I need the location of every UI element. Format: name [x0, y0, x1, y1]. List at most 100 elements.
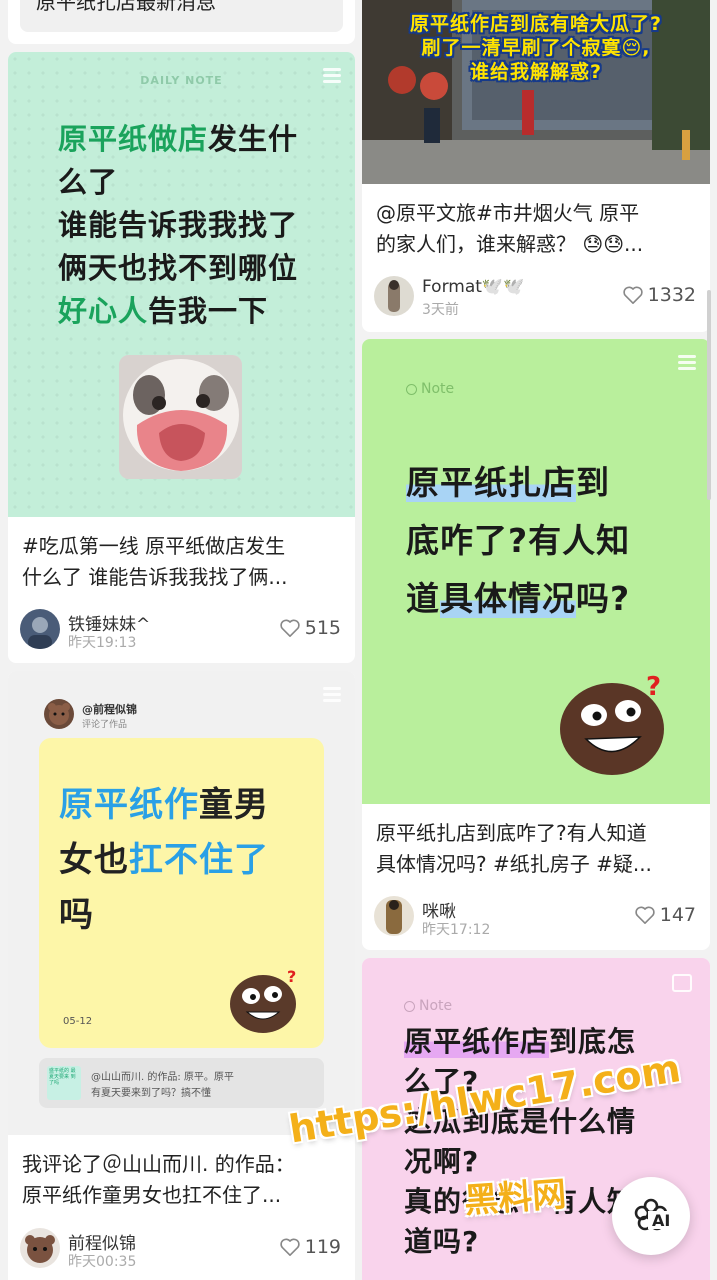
cover-line: 道具体情况吗?: [406, 570, 630, 628]
cover-line: 原平纸做店发生什: [58, 118, 298, 161]
cover-text: 原平纸扎店到 底咋了?有人知 道具体情况吗?: [406, 454, 630, 628]
cover-line: 吗: [59, 895, 94, 935]
avatar[interactable]: [374, 276, 414, 316]
emoji-sticker: ?: [560, 673, 664, 775]
heart-icon: [635, 906, 655, 924]
card-meta: 前程似锦 昨天00:35 119: [20, 1228, 341, 1270]
note-card[interactable]: @前程似锦 评论了作品 原平纸作童男 女也扛不住了 吗 05-12 ? 盛平纸的…: [8, 671, 355, 1280]
card-caption: @原平文旅#市井烟火气 原平 的家人们，谁来解惑？ 😓😓...: [362, 184, 710, 260]
cover-line: 原平纸作店到底有啥大瓜了?: [409, 13, 663, 35]
avatar[interactable]: [374, 896, 414, 936]
cover-line: 刷了一清早刷了个寂寞😔,: [421, 37, 651, 59]
like-button[interactable]: 119: [279, 1236, 341, 1258]
quoted-work: 盛平纸的 最夏天要来 到了吗 @山山而川. 的作品: 原平。原平 有夏天要来到了…: [39, 1058, 324, 1108]
cover-text: 原平纸做店发生什 么了 谁能告诉我我找了 俩天也找不到哪位 好心人告我一下: [58, 118, 298, 333]
cover-tag: Note: [421, 381, 455, 397]
note-circle-icon: [404, 1000, 415, 1012]
like-count: 515: [304, 617, 341, 639]
cover-highlight: 原平纸扎店: [406, 463, 576, 502]
ai-label: AI: [652, 1211, 671, 1230]
cover-line-rest: 女也: [59, 840, 129, 880]
cover-highlight: 原平纸做店: [58, 122, 209, 156]
card-meta: 铁锤妹妹^ 昨天19:13 515: [20, 609, 341, 651]
cover-highlight: 好心人: [58, 294, 149, 328]
like-count: 1332: [647, 284, 696, 306]
cat-meme-image: [119, 355, 242, 479]
cover-card: 原平纸作童男 女也扛不住了 吗 05-12 ?: [39, 738, 324, 1048]
cover-tag: Note: [419, 998, 453, 1014]
note-card-top[interactable]: 原平纸扎店最新消息: [8, 0, 355, 44]
cover-line: 女也扛不住了: [59, 833, 269, 888]
heart-icon: [280, 1238, 300, 1256]
heart-icon: [622, 286, 643, 304]
like-count: 119: [304, 1236, 341, 1258]
post-time: 昨天17:12: [422, 922, 491, 938]
cover-line: 原平纸作童男: [59, 778, 269, 833]
card-cover: Note 原平纸扎店到 底咋了?有人知 道具体情况吗? ?: [362, 339, 710, 804]
like-button[interactable]: 1332: [622, 284, 696, 306]
quote-line: @山山而川. 的作品: 原平。原平: [91, 1072, 234, 1083]
quote-thumbnail: 盛平纸的 最夏天要来 到了吗: [47, 1066, 81, 1100]
svg-text:?: ?: [287, 968, 296, 986]
caption-line: 原平纸扎店到底咋了?有人知道: [376, 821, 647, 845]
cover-line-rest: 童男: [199, 785, 269, 825]
avatar[interactable]: [20, 1228, 60, 1268]
caption-line: #吃瓜第一线 原平纸做店发生: [22, 534, 286, 558]
note-card[interactable]: DAILY NOTE 原平纸做店发生什 么了 谁能告诉我我找了 俩天也找不到哪位…: [8, 52, 355, 663]
card-cover: DAILY NOTE 原平纸做店发生什 么了 谁能告诉我我找了 俩天也找不到哪位…: [8, 52, 355, 517]
cover-line-rest: 告我一下: [148, 294, 269, 328]
cover-highlight: 具体情况: [440, 579, 576, 618]
cover-text: 原平纸作童男 女也扛不住了 吗: [59, 778, 269, 943]
card-meta: Format🕊️🕊️ 3天前 1332: [374, 276, 696, 318]
quote-line: 有夏天要来到了吗？搞不懂: [91, 1088, 211, 1099]
cover-tag-wrap: Note: [404, 998, 452, 1014]
cover-line: 么了: [58, 165, 119, 199]
menu-icon: [323, 687, 341, 703]
scrollbar-thumb[interactable]: [707, 290, 711, 500]
cover-line-rest: 到底怎: [549, 1025, 637, 1058]
cover-tag: DAILY NOTE: [140, 74, 223, 87]
avatar: [44, 699, 74, 729]
cover-user-sub: 评论了作品: [82, 720, 128, 730]
cover-line: 道吗?: [404, 1225, 480, 1258]
cover-date: 05-12: [63, 1016, 93, 1027]
card-caption: 原平纸扎店最新消息: [36, 0, 216, 14]
card-meta: 咪啾 昨天17:12 147: [374, 896, 696, 938]
card-cover: @前程似锦 评论了作品 原平纸作童男 女也扛不住了 吗 05-12 ? 盛平纸的…: [8, 671, 355, 1135]
cover-line: 原平纸作店到底怎: [404, 1022, 636, 1062]
watermark-name: 黑料网: [462, 1174, 568, 1222]
cover-line-rest: 发生什: [208, 122, 299, 156]
caption-line: 我评论了＠山山而川. 的作品：: [22, 1152, 295, 1176]
svg-text:?: ?: [646, 673, 661, 702]
cover-highlight: 原平纸作店: [404, 1025, 550, 1058]
card-caption-box: 原平纸扎店最新消息: [20, 0, 343, 32]
caption-line: 什么了 谁能告诉我我找了俩...: [22, 565, 288, 589]
author-name[interactable]: Format🕊️🕊️: [422, 277, 524, 297]
cover-line-rest: 吗?: [576, 579, 631, 618]
cover-highlight: 原平纸作: [59, 785, 199, 825]
cover-line: 底咋了?有人知: [406, 521, 631, 560]
heart-icon: [280, 619, 300, 637]
ai-assistant-button[interactable]: AI: [612, 1177, 690, 1255]
image-gallery-icon: [672, 974, 692, 992]
cover-line: 俩天也找不到哪位: [58, 251, 299, 285]
like-button[interactable]: 515: [279, 617, 341, 639]
caption-line: @原平文旅#市井烟火气 原平: [376, 201, 640, 225]
menu-icon: [678, 355, 696, 371]
cover-line: 谁能告诉我我找了: [58, 208, 299, 242]
cover-line: 谁给我解解惑?: [469, 61, 603, 83]
cover-line-rest: 到: [576, 463, 610, 502]
cover-tag-wrap: Note: [406, 381, 454, 397]
caption-line: 原平纸作童男女也扛不住了...: [22, 1183, 282, 1207]
cover-line-rest: 道: [406, 579, 440, 618]
card-caption: #吃瓜第一线 原平纸做店发生 什么了 谁能告诉我我找了俩...: [8, 517, 355, 593]
avatar[interactable]: [20, 609, 60, 649]
note-card[interactable]: Note 原平纸扎店到 底咋了?有人知 道具体情况吗? ? 原平纸扎店到底咋了?…: [362, 339, 710, 950]
emoji-sticker: ?: [230, 968, 296, 1033]
cover-text: 原平纸作店到底有啥大瓜了? 刷了一清早刷了个寂寞😔, 谁给我解解惑?: [362, 12, 710, 84]
card-cover: 原平纸作店到底有啥大瓜了? 刷了一清早刷了个寂寞😔, 谁给我解解惑?: [362, 0, 710, 184]
feed: 原平纸扎店最新消息 DAILY NOTE 原平纸做店发生什 么了 谁能告诉我我找…: [0, 0, 717, 1280]
like-button[interactable]: 147: [634, 904, 696, 926]
menu-icon: [323, 68, 341, 84]
note-card[interactable]: 原平纸作店到底有啥大瓜了? 刷了一清早刷了个寂寞😔, 谁给我解解惑? @原平文旅…: [362, 0, 710, 332]
